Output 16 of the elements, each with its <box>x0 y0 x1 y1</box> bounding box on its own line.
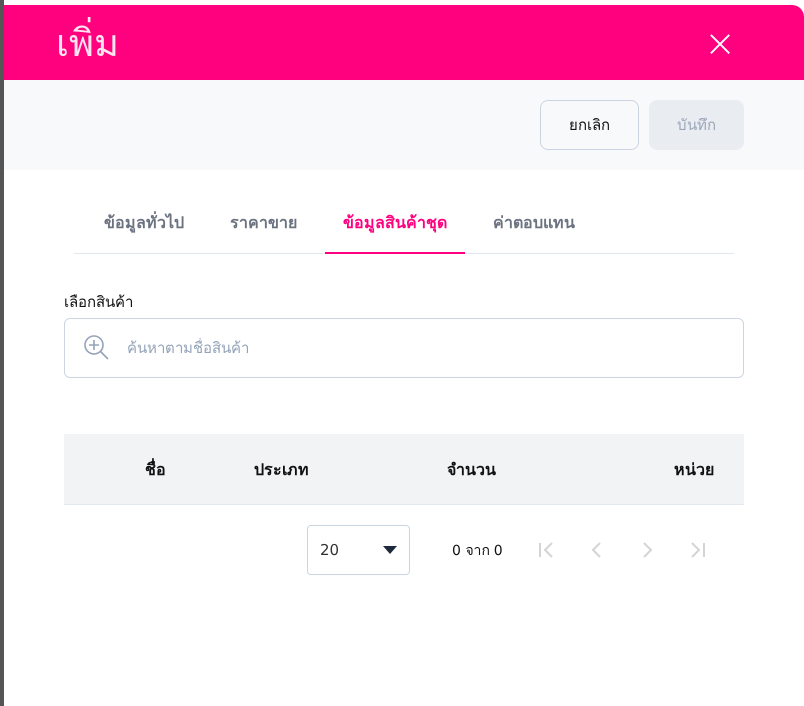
field-label: เลือกสินค้า <box>64 292 134 313</box>
caret-icon <box>383 546 397 554</box>
column-header: ประเภท <box>254 460 309 478</box>
page-range: 0 จาก 0 <box>452 542 503 561</box>
column-header: ชื่อ <box>145 460 166 478</box>
cancel-button[interactable]: ยกเลิก <box>540 100 639 150</box>
tab[interactable]: ราคาขาย <box>212 200 315 254</box>
close-button[interactable]: × <box>704 24 736 62</box>
column-header: จำนวน <box>447 460 496 478</box>
page-size-select[interactable]: 20 <box>307 525 410 575</box>
column-header: หน่วย <box>674 460 714 478</box>
tab[interactable]: ข้อมูลทั่วไป <box>86 200 202 254</box>
zoom-in-icon <box>83 334 111 362</box>
tab[interactable]: ค่าตอบแทน <box>475 200 593 254</box>
dialog-title: เพิ่ม <box>56 12 119 73</box>
tab[interactable]: ข้อมูลสินค้าชุด <box>325 200 465 254</box>
